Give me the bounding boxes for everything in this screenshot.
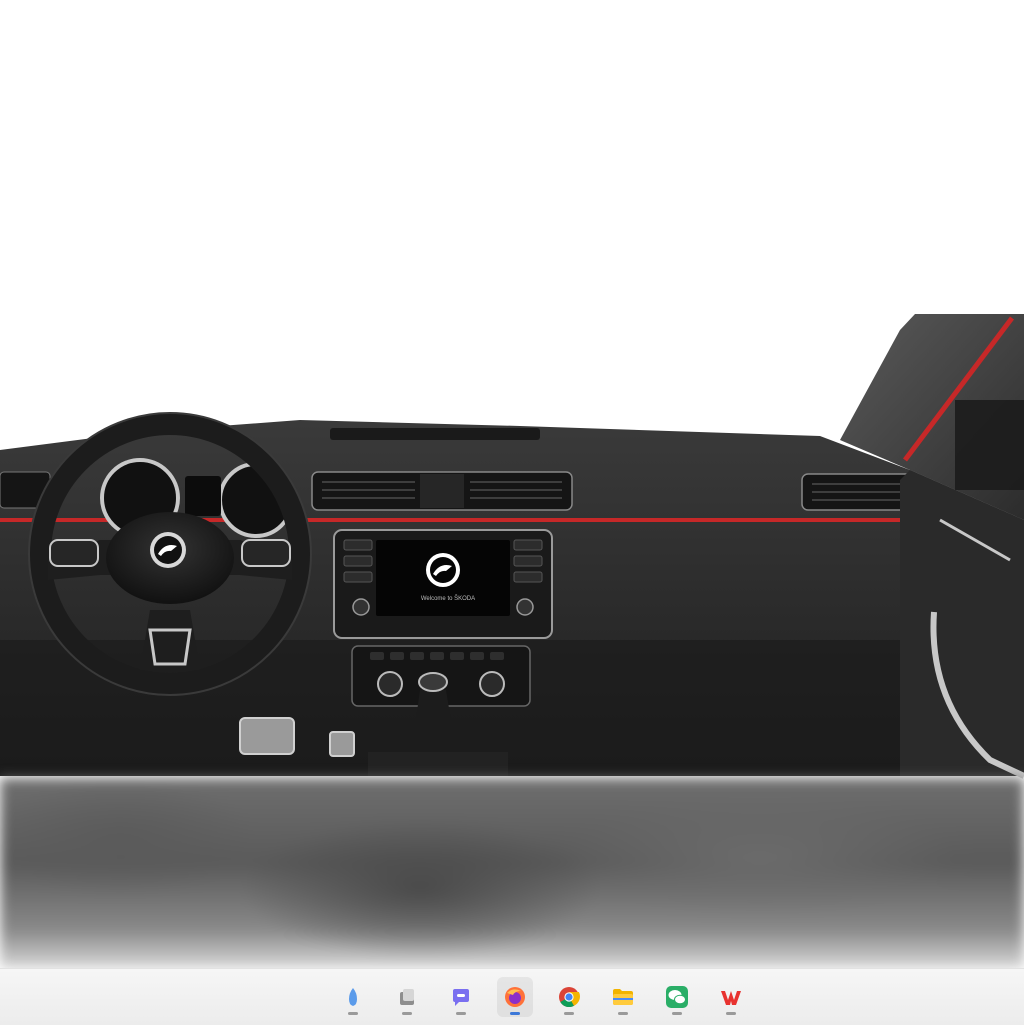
- taskbar-chat[interactable]: [443, 977, 479, 1017]
- taskbar-folder[interactable]: [605, 977, 641, 1017]
- taskbar: [0, 968, 1024, 1025]
- blurred-region: [0, 778, 1024, 968]
- volume-knob: [352, 598, 370, 616]
- temp-knob-left: [377, 671, 403, 697]
- taskbar-wechat[interactable]: [659, 977, 695, 1017]
- chrome-icon: [559, 987, 580, 1008]
- files-app-icon: [400, 989, 414, 1005]
- tune-knob: [516, 598, 534, 616]
- temp-knob-right: [479, 671, 505, 697]
- folder-icon: [613, 989, 633, 1005]
- wechat-icon: [666, 986, 688, 1008]
- infotainment-unit: [333, 529, 553, 639]
- firefox-icon: [505, 987, 525, 1007]
- infotainment-welcome-text: Welcome to ŠKODA: [420, 596, 476, 602]
- door-panel: [900, 470, 1024, 779]
- skoda-logo-icon: [426, 553, 460, 587]
- taskbar-input-method[interactable]: [335, 977, 371, 1017]
- chat-bubble-icon: [453, 989, 469, 1006]
- taskbar-chrome[interactable]: [551, 977, 587, 1017]
- taskbar-firefox[interactable]: [497, 977, 533, 1017]
- input-method-icon: [349, 988, 357, 1006]
- taskbar-files[interactable]: [389, 977, 425, 1017]
- passenger-vent: [801, 473, 915, 511]
- wheel-logo-icon: [150, 532, 186, 568]
- wps-icon: [721, 991, 741, 1005]
- taskbar-wps[interactable]: [713, 977, 749, 1017]
- center-vents: [311, 471, 573, 511]
